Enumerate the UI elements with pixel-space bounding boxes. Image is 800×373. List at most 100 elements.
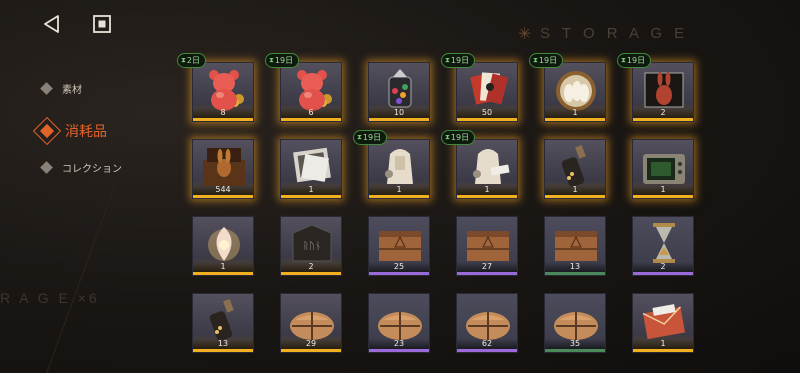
item-slot-rune-chest[interactable]: ᚱᚢᚾ 2 — [280, 216, 342, 276]
item-slot-red-gummy-bear-gold[interactable]: 8 ⧗ 2日 — [177, 53, 254, 122]
item-slot-cloth-bundle[interactable]: 23 — [368, 293, 430, 353]
hourglass-icon: ⧗ — [621, 56, 626, 64]
item-count: 13 — [545, 262, 605, 272]
sidebar-item-materials[interactable]: 素材 — [36, 76, 156, 100]
item-slot-photo-frame[interactable]: 1 — [280, 139, 342, 199]
item-slot-glowing-shell[interactable]: 1 — [192, 216, 254, 276]
inventory-grid: 8 ⧗ 2日 6 ⧗ 19日 10 50 ⧗ 19日 1 ⧗ 19日 2 ⧗ 19日 544 1 1 ⧗ 19日 1 ⧗ 19… — [177, 53, 696, 358]
item-count: 29 — [281, 339, 341, 349]
rarity-bar — [545, 118, 605, 121]
red-gummy-bear-gold-image — [287, 67, 337, 111]
chocolate-rabbit-box-image — [639, 67, 689, 111]
rune-chest-image: ᚱᚢᚾ — [287, 221, 337, 265]
sidebar-item-label: 消耗品 — [65, 124, 107, 140]
expiry-timer-badge: ⧗ 19日 — [617, 53, 652, 68]
item-count: 27 — [457, 262, 517, 272]
item-count: 2 — [633, 108, 693, 118]
cloth-bundle-image — [375, 298, 425, 342]
photo-frame-image — [287, 144, 337, 188]
item-count: 1 — [281, 185, 341, 195]
hourglass-icon: ⧗ — [533, 56, 538, 64]
item-count: 23 — [369, 339, 429, 349]
rarity-bar — [369, 272, 429, 275]
rarity-bar — [369, 349, 429, 352]
item-slot-envelope[interactable]: 1 — [632, 293, 694, 353]
item-count: 1 — [193, 262, 253, 272]
item-count: 8 — [193, 108, 253, 118]
item-slot-sack-bundle-tagged[interactable]: 1 ⧗ 19日 — [441, 130, 518, 199]
expiry-timer-badge: ⧗ 19日 — [265, 53, 300, 68]
item-slot-cloth-bundle[interactable]: 29 — [280, 293, 342, 353]
rarity-bar — [369, 195, 429, 198]
stop-button[interactable] — [90, 12, 114, 36]
item-count: 544 — [193, 185, 253, 195]
item-slot-red-gummy-bear-gold[interactable]: 6 ⧗ 19日 — [265, 53, 342, 122]
item-count: 1 — [633, 185, 693, 195]
item-slot-cloth-bundle[interactable]: 62 — [456, 293, 518, 353]
item-slot-hourglass[interactable]: 2 — [632, 216, 694, 276]
item-slot-sack-bundle[interactable]: 1 ⧗ 19日 — [353, 130, 430, 199]
rarity-bar — [633, 272, 693, 275]
chocolate-rabbit-crate-image — [199, 144, 249, 188]
timer-text: 2日 — [186, 56, 201, 65]
red-gummy-bear-gold-image — [199, 67, 249, 111]
rarity-bar — [193, 195, 253, 198]
back-button[interactable] — [40, 12, 64, 36]
item-slot-playing-cards[interactable]: 50 ⧗ 19日 — [441, 53, 518, 122]
rarity-bar — [281, 272, 341, 275]
rarity-bar — [457, 272, 517, 275]
hourglass-icon: ⧗ — [181, 56, 186, 64]
timer-text: 19日 — [362, 133, 382, 142]
expiry-timer-badge: ⧗ 2日 — [177, 53, 207, 68]
rarity-bar — [281, 195, 341, 198]
item-slot-cloth-bundle[interactable]: 35 — [544, 293, 606, 353]
storage-watermark: S T O R A G E — [540, 25, 689, 42]
bottle-image — [551, 144, 601, 188]
expiry-timer-badge: ⧗ 19日 — [441, 53, 476, 68]
item-slot-candy-jar[interactable]: 10 — [368, 62, 430, 122]
wooden-crate-image — [463, 221, 513, 265]
item-slot-wooden-crate[interactable]: 13 — [544, 216, 606, 276]
hourglass-image — [639, 221, 689, 265]
item-slot-chocolate-rabbit-box[interactable]: 2 ⧗ 19日 — [617, 53, 694, 122]
item-slot-tv-set[interactable]: 1 — [632, 139, 694, 199]
sidebar-item-consumables[interactable]: 消耗品 — [32, 115, 156, 147]
item-count: 1 — [369, 185, 429, 195]
sidebar-item-label: 素材 — [62, 84, 82, 96]
tv-set-image — [639, 144, 689, 188]
cloth-bundle-image — [287, 298, 337, 342]
item-count: 2 — [281, 262, 341, 272]
item-slot-wooden-crate[interactable]: 27 — [456, 216, 518, 276]
sidebar-item-label: コレクション — [62, 163, 122, 175]
rarity-bar — [545, 272, 605, 275]
item-slot-wooden-crate[interactable]: 25 — [368, 216, 430, 276]
sidebar-item-collection[interactable]: コレクション — [36, 155, 156, 179]
item-count: 10 — [369, 108, 429, 118]
rarity-bar — [545, 349, 605, 352]
expiry-timer-badge: ⧗ 19日 — [353, 130, 388, 145]
item-count: 1 — [545, 108, 605, 118]
back-triangle-icon — [44, 15, 59, 33]
item-slot-bottle[interactable]: 1 — [544, 139, 606, 199]
glowing-shell-image — [199, 221, 249, 265]
sack-bundle-tagged-image — [463, 144, 513, 188]
storage-watermark-2: R A G E ×6 — [0, 290, 100, 306]
timer-text: 19日 — [626, 56, 646, 65]
bottle-image — [199, 298, 249, 342]
wooden-crate-image — [551, 221, 601, 265]
candy-jar-image — [375, 67, 425, 111]
item-count: 62 — [457, 339, 517, 349]
item-slot-chocolate-rabbit-crate[interactable]: 544 — [192, 139, 254, 199]
item-count: 1 — [633, 339, 693, 349]
hourglass-icon: ⧗ — [269, 56, 274, 64]
rarity-bar — [457, 195, 517, 198]
sack-bundle-image — [375, 144, 425, 188]
item-slot-white-rabbit-chocolates[interactable]: 1 ⧗ 19日 — [529, 53, 606, 122]
item-count: 2 — [633, 262, 693, 272]
svg-text:ᚱᚢᚾ: ᚱᚢᚾ — [303, 241, 321, 252]
item-slot-bottle[interactable]: 13 — [192, 293, 254, 353]
diamond-icon — [40, 81, 53, 95]
rarity-bar — [369, 118, 429, 121]
playing-cards-image — [463, 67, 513, 111]
cloth-bundle-image — [551, 298, 601, 342]
